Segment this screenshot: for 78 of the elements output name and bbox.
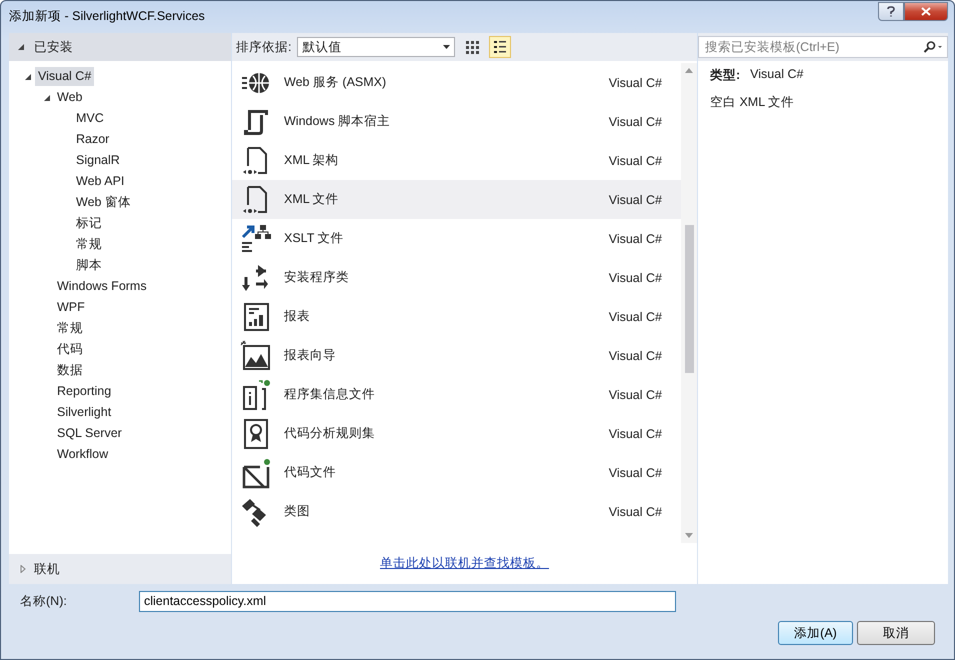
template-row[interactable]: XML 文件 Visual C# <box>232 180 681 219</box>
template-name: Windows 脚本宿主 <box>284 113 392 130</box>
scrollbar-thumb[interactable] <box>684 225 694 373</box>
section-header[interactable]: 已安装 <box>31 38 76 56</box>
sort-dropdown[interactable]: 默认值 <box>297 37 456 57</box>
view-toggle-button[interactable] <box>489 36 512 58</box>
tree-item[interactable]: 脚本 <box>73 256 105 275</box>
caret-icon <box>443 45 450 49</box>
template-language: Visual C# <box>608 76 662 90</box>
template-language: Visual C# <box>608 504 662 518</box>
transform-icon <box>240 222 272 254</box>
close-button[interactable] <box>904 2 948 20</box>
tree-item[interactable]: Visual C# <box>35 67 94 86</box>
template-name: 报表 <box>284 308 311 325</box>
question-mark-icon <box>887 6 895 16</box>
tree-item[interactable]: MVC <box>73 109 107 128</box>
tree-item[interactable]: 代码 <box>54 340 86 359</box>
cancel-button[interactable]: 取消 <box>857 621 935 645</box>
template-name: XML 架构 <box>284 152 340 169</box>
help-button[interactable] <box>878 2 904 20</box>
tree-item[interactable]: 常规 <box>73 235 105 254</box>
template-language: Visual C# <box>608 426 662 440</box>
grid-view-icon <box>465 40 480 54</box>
template-language: Visual C# <box>608 310 662 324</box>
sort-label: 排序依据: <box>236 38 292 56</box>
tree-item[interactable]: Web 窗体 <box>73 193 134 212</box>
template-name: 代码分析规则集 <box>284 425 376 442</box>
name-label: 名称(N): <box>20 592 68 610</box>
scroll-up-icon[interactable] <box>685 68 693 73</box>
template-language: Visual C# <box>608 466 662 480</box>
tree-item[interactable]: 数据 <box>54 361 86 380</box>
collapse-arrow-icon[interactable] <box>17 43 25 51</box>
tree-item[interactable]: Workflow <box>54 445 112 464</box>
info-file-icon <box>240 378 272 410</box>
template-language: Visual C# <box>608 192 662 206</box>
chart-icon <box>240 340 272 372</box>
template-language: Visual C# <box>608 114 662 128</box>
add-button[interactable]: 添加(A) <box>778 621 853 645</box>
template-name: 安装程序类 <box>284 269 350 286</box>
window-title: 添加新项 - SilverlightWCF.Services <box>9 8 206 24</box>
template-language: Visual C# <box>608 270 662 284</box>
template-name: 类图 <box>284 503 311 520</box>
tree-item[interactable]: Windows Forms <box>54 277 150 296</box>
tree-item[interactable]: Web API <box>73 172 128 191</box>
tree-item[interactable]: SignalR <box>73 151 123 170</box>
scroll-down-icon[interactable] <box>685 533 693 538</box>
type-label: 类型: <box>710 67 740 84</box>
template-name: XML 文件 <box>284 191 340 208</box>
tree-item[interactable]: 常规 <box>54 319 86 338</box>
template-name: Web 服务 (ASMX) <box>284 74 388 91</box>
name-field[interactable]: clientaccesspolicy.xml <box>139 590 676 612</box>
close-icon <box>921 6 931 16</box>
type-value: Visual C# <box>750 67 804 83</box>
tree-item[interactable]: Reporting <box>54 382 114 401</box>
search-icon[interactable] <box>923 41 943 53</box>
tree-item[interactable]: Web <box>54 88 86 107</box>
list-view-icon <box>493 40 508 54</box>
code-file-icon <box>240 456 272 488</box>
template-language: Visual C# <box>608 388 662 402</box>
template-name: 代码文件 <box>284 464 337 481</box>
template-name: XSLT 文件 <box>284 230 345 247</box>
tree-item[interactable]: Razor <box>73 130 112 149</box>
tree-item[interactable]: SQL Server <box>54 424 125 443</box>
template-language: Visual C# <box>608 348 662 362</box>
expand-arrow-icon[interactable] <box>43 94 51 102</box>
template-name: 报表向导 <box>284 347 337 364</box>
tree-item[interactable]: 标记 <box>73 214 105 233</box>
template-description: 空白 XML 文件 <box>710 94 796 111</box>
scrollbar[interactable] <box>681 63 697 543</box>
template-name: 程序集信息文件 <box>284 386 376 403</box>
online-templates-link[interactable]: 单击此处以联机并查找模板。 <box>380 555 549 572</box>
template-language: Visual C# <box>608 232 662 246</box>
search-field[interactable]: 搜索已安装模板(Ctrl+E) <box>698 36 948 58</box>
section-header[interactable]: 联机 <box>31 560 63 578</box>
tree-item[interactable]: Silverlight <box>54 403 114 422</box>
template-language: Visual C# <box>608 154 662 168</box>
expand-arrow-icon[interactable] <box>24 72 32 80</box>
tree-item[interactable]: WPF <box>54 298 88 317</box>
